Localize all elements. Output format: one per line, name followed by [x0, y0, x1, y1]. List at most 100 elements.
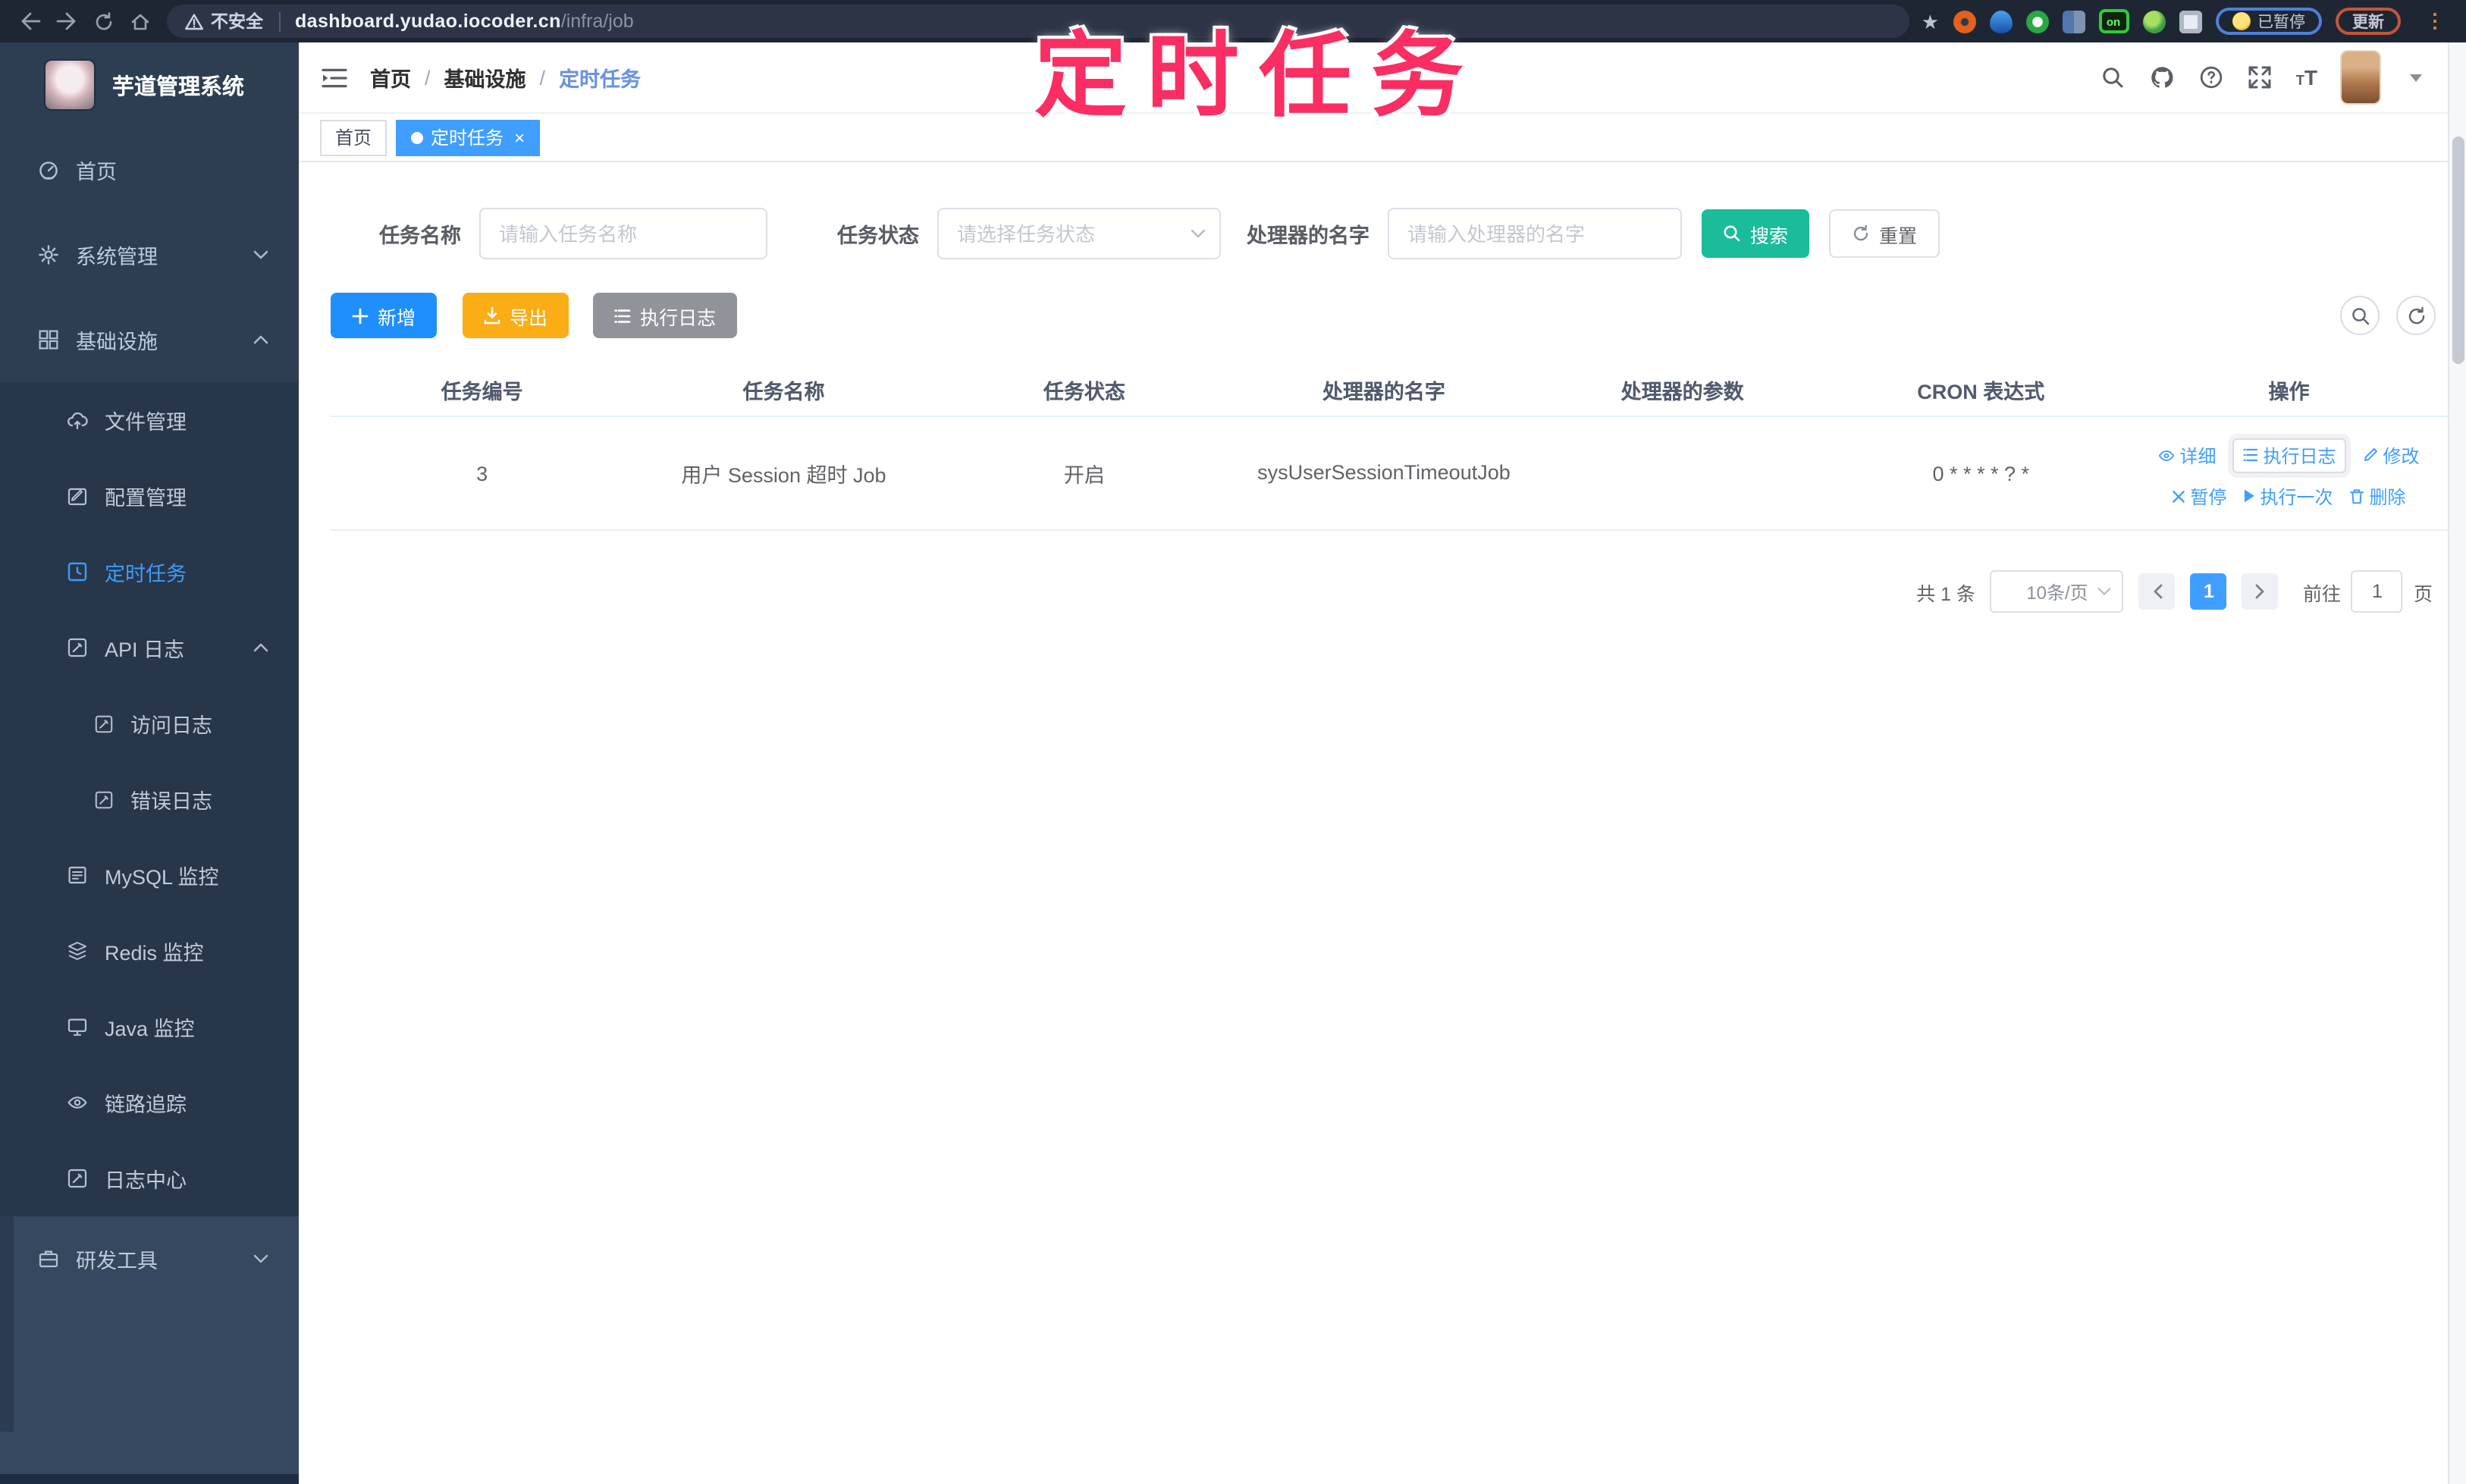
- extension-green-check-icon[interactable]: [2025, 10, 2048, 33]
- sidebar-item-java-monitor[interactable]: Java 监控: [0, 989, 299, 1065]
- sidebar-item-error-log[interactable]: 错误日志: [0, 761, 299, 837]
- browser-menu-icon[interactable]: ⋮: [2425, 9, 2445, 33]
- sidebar-item-label: MySQL 监控: [105, 866, 219, 889]
- sidebar-item-access-log[interactable]: 访问日志: [0, 686, 299, 761]
- pagination-total: 共 1 条: [1916, 583, 1975, 604]
- handler-name-label: 处理器的名字: [1247, 224, 1369, 247]
- sidebar-item-file-manage[interactable]: 文件管理: [0, 382, 299, 458]
- log-icon: [94, 714, 114, 733]
- export-button[interactable]: 导出: [463, 293, 569, 338]
- zoom-search-icon[interactable]: [2340, 296, 2380, 335]
- browser-home-icon[interactable]: [121, 5, 158, 38]
- action-pause[interactable]: 暂停: [2172, 483, 2226, 509]
- search-button[interactable]: 搜索: [1702, 209, 1810, 258]
- extension-blue-icon[interactable]: [1989, 10, 2012, 33]
- page-size-select[interactable]: 10条/页: [1990, 570, 2124, 613]
- page-content: 任务名称 任务状态 处理器的名字 搜索 重置: [299, 162, 2466, 1484]
- warning-icon: [185, 13, 203, 30]
- extensions-puzzle-icon[interactable]: [2179, 10, 2201, 33]
- breadcrumb-infra[interactable]: 基础设施: [444, 62, 526, 93]
- tag-home[interactable]: 首页: [320, 119, 387, 155]
- sidebar-item-label: 日志中心: [105, 1169, 187, 1192]
- search-icon[interactable]: [2100, 65, 2125, 89]
- exec-log-button[interactable]: 执行日志: [593, 293, 738, 338]
- close-icon[interactable]: ×: [514, 128, 525, 146]
- page-number-current[interactable]: 1: [2190, 573, 2227, 610]
- browser-back-icon[interactable]: [12, 5, 49, 38]
- sidebar-item-api-log[interactable]: API 日志: [0, 610, 299, 686]
- action-detail[interactable]: 详细: [2158, 442, 2216, 468]
- eye-icon: [2158, 448, 2175, 462]
- sidebar-item-redis-monitor[interactable]: Redis 监控: [0, 913, 299, 989]
- app-title: 芋道管理系统: [112, 75, 244, 99]
- fullscreen-icon[interactable]: [2248, 65, 2272, 89]
- browser-update-button[interactable]: 更新: [2336, 8, 2401, 35]
- action-delete[interactable]: 删除: [2350, 483, 2406, 509]
- log-icon: [67, 637, 88, 658]
- job-name-input[interactable]: [479, 208, 767, 259]
- job-name-label: 任务名称: [379, 224, 461, 247]
- browser-reload-icon[interactable]: [85, 5, 121, 38]
- extension-leaf-icon[interactable]: [2142, 10, 2165, 33]
- sidebar-item-mysql-monitor[interactable]: MySQL 监控: [0, 837, 299, 913]
- add-button[interactable]: 新增: [331, 293, 438, 338]
- sidebar-item-label: 配置管理: [105, 487, 187, 510]
- cell-job-status: 开启: [1063, 464, 1105, 487]
- trash-icon: [2350, 488, 2365, 504]
- user-avatar[interactable]: [2342, 52, 2380, 103]
- app-logo-row[interactable]: 芋道管理系统: [0, 42, 299, 127]
- job-status-select[interactable]: [937, 208, 1221, 259]
- job-status-label: 任务状态: [837, 224, 919, 247]
- sidebar-item-label: 文件管理: [105, 411, 187, 434]
- help-icon[interactable]: [2199, 65, 2223, 89]
- prev-page-button[interactable]: [2138, 573, 2176, 610]
- extension-orange-icon[interactable]: [1953, 10, 1975, 33]
- action-edit[interactable]: 修改: [2364, 442, 2420, 468]
- hamburger-icon[interactable]: [322, 66, 347, 89]
- handler-name-input[interactable]: [1388, 208, 1682, 259]
- sidebar-item-label: 系统管理: [76, 246, 158, 268]
- extension-grid-icon[interactable]: [2062, 10, 2085, 33]
- scrollbar-thumb[interactable]: [2452, 136, 2464, 364]
- page-unit-label: 页: [2413, 583, 2433, 604]
- github-icon[interactable]: [2149, 65, 2175, 89]
- job-status-select-input[interactable]: [937, 208, 1221, 259]
- column-header: 处理器的名字: [1322, 380, 1445, 403]
- url-domain: dashboard.yudao.iocoder.cn: [295, 11, 561, 32]
- list-icon: [2243, 447, 2258, 463]
- tag-scheduled-jobs[interactable]: 定时任务 ×: [396, 119, 541, 155]
- next-page-button[interactable]: [2242, 573, 2279, 610]
- breadcrumb-home[interactable]: 首页: [370, 62, 411, 93]
- chevron-up-icon: [253, 335, 268, 344]
- edit-icon: [67, 485, 88, 507]
- sidebar-item-infra[interactable]: 基础设施: [0, 297, 299, 382]
- font-size-icon[interactable]: TT: [2296, 65, 2317, 89]
- log-icon: [67, 1168, 88, 1189]
- sidebar-item-tracing[interactable]: 链路追踪: [0, 1065, 299, 1140]
- refresh-icon[interactable]: [2396, 296, 2436, 335]
- chevron-down-icon: [2098, 587, 2112, 596]
- action-run-once[interactable]: 执行一次: [2243, 483, 2333, 509]
- sidebar-item-config-manage[interactable]: 配置管理: [0, 458, 299, 534]
- reset-button[interactable]: 重置: [1829, 209, 1940, 258]
- page-scrollbar[interactable]: [2448, 42, 2466, 1484]
- sidebar-item-label: Redis 监控: [105, 942, 204, 965]
- address-bar[interactable]: 不安全 dashboard.yudao.iocoder.cn /infra/jo…: [167, 5, 1909, 38]
- action-exec-log[interactable]: 执行日志: [2232, 438, 2347, 472]
- chevron-down-icon: [253, 250, 268, 259]
- browser-forward-icon[interactable]: [49, 5, 85, 38]
- chevron-up-icon: [253, 643, 268, 652]
- user-menu-caret-icon[interactable]: [2410, 74, 2422, 81]
- sidebar-item-system[interactable]: 系统管理: [0, 212, 299, 297]
- bookmark-star-icon[interactable]: ★: [1922, 11, 1939, 31]
- sidebar-item-dev-tools[interactable]: 研发工具: [0, 1216, 299, 1301]
- sidebar-item-home[interactable]: 首页: [0, 127, 299, 212]
- security-warning[interactable]: 不安全: [185, 9, 263, 33]
- extension-on-badge[interactable]: on: [2098, 9, 2129, 33]
- column-header: 任务状态: [1043, 380, 1125, 403]
- paused-badge[interactable]: 已暂停: [2215, 8, 2322, 35]
- goto-page-input[interactable]: [2351, 570, 2403, 613]
- sidebar-item-log-center[interactable]: 日志中心: [0, 1140, 299, 1216]
- sidebar-item-scheduled-jobs[interactable]: 定时任务: [0, 534, 299, 610]
- sidebar-item-label: 错误日志: [130, 790, 212, 813]
